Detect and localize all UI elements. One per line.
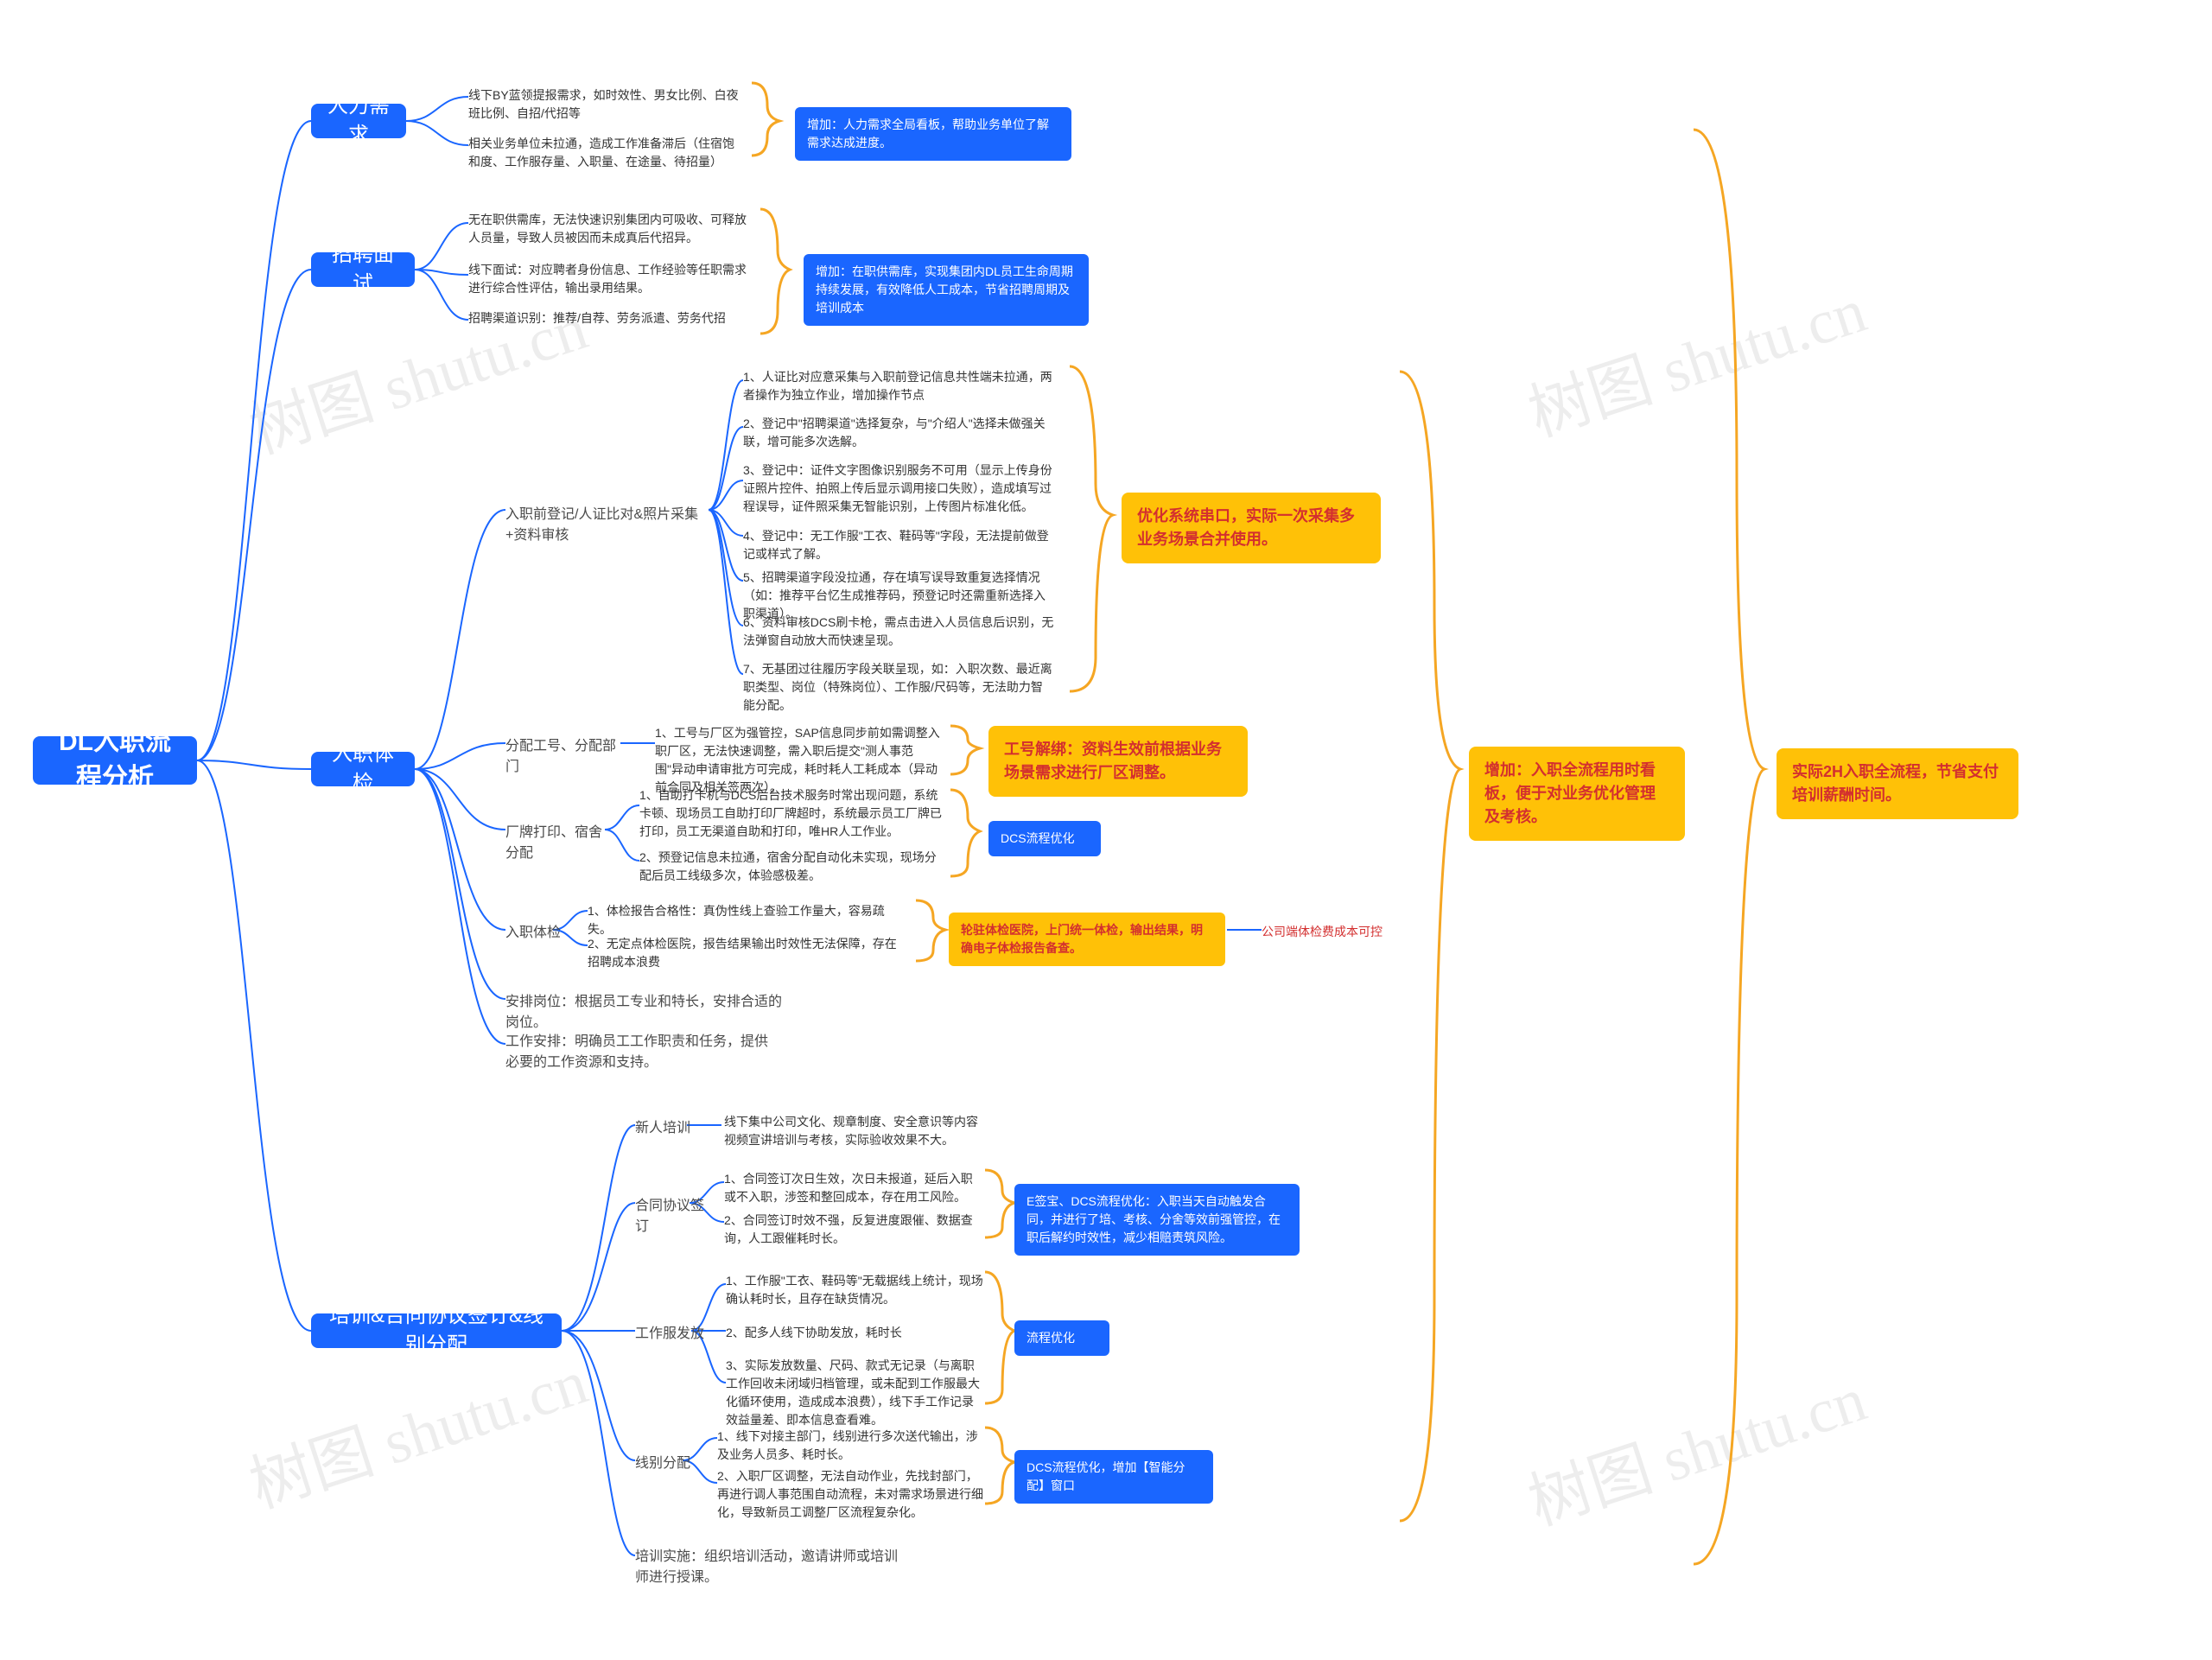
right-callout-1: 增加：入职全流程用时看板，便于对业务优化管理及考核。 (1469, 747, 1685, 841)
sec-contract-l2: 2、合同签订时效不强，反复进度跟催、数据查询，人工跟催耗时长。 (724, 1212, 983, 1248)
sec-workwear-l2: 2、配多人线下协助发放，耗时长 (726, 1324, 985, 1342)
sec2-callout: 工号解绑：资料生效前根据业务场景需求进行厂区调整。 (988, 726, 1248, 797)
sec-contract-title: 合同协议签订 (635, 1196, 713, 1237)
interview-leaf-1: 无在职供需库，无法快速识别集团内可吸收、可释放人员量，导致人员被因而未成真后代招… (468, 211, 753, 247)
branch-training[interactable]: 培训&合同协议签订&线别分配 (311, 1313, 562, 1348)
branch-onboard-exam[interactable]: 入职体检 (311, 752, 415, 786)
sec-assignpost: 安排岗位：根据员工专业和特长，安排合适的岗位。 (505, 992, 791, 1034)
sec-badge-title: 厂牌打印、宿舍分配 (505, 823, 609, 864)
watermark: 树图 shutu.cn (237, 277, 597, 471)
sec4-callout: 轮驻体检医院，上门统一体检，输出结果，明确电子体检报告备查。 (949, 913, 1225, 966)
root-label: DL入职流程分析 (48, 724, 181, 797)
sec1-l4: 4、登记中：无工作服"工衣、鞋码等"字段，无法提前做登记或样式了解。 (743, 527, 1054, 563)
sec-linealloc-l1: 1、线下对接主部门，线别进行多次送代输出，涉及业务人员多、耗时长。 (717, 1428, 985, 1464)
sec-linealloc-callout: DCS流程优化，增加【智能分配】窗口 (1014, 1450, 1213, 1504)
watermark: 树图 shutu.cn (237, 1331, 597, 1525)
right-callout-2: 实际2H入职全流程，节省支付培训薪酬时间。 (1777, 748, 2018, 819)
sec-workarrange: 工作安排：明确员工工作职责和任务，提供必要的工作资源和支持。 (505, 1032, 773, 1073)
sec1-l1: 1、人证比对应意采集与入职前登记信息共性端未拉通，两者操作为独立作业，增加操作节… (743, 368, 1054, 404)
sec-traindo: 培训实施：组织培训活动，邀请讲师或培训师进行授课。 (635, 1547, 903, 1588)
branch-manpower-label: 人力需求 (327, 92, 391, 149)
branch-interview-label: 招聘面试 (327, 240, 399, 298)
watermark: 树图 shutu.cn (1516, 1348, 1876, 1542)
sec3-l1: 1、自助打卡机与DCS后台技术服务时常出现问题，系统卡顿、现场员工自助打印厂牌超… (639, 786, 942, 841)
watermark: 树图 shutu.cn (1516, 259, 1876, 454)
sec1-callout: 优化系统串口，实际一次采集多业务场景合并使用。 (1122, 493, 1381, 563)
sec-newtraining-l1: 线下集中公司文化、规章制度、安全意识等内容视频宣讲培训与考核，实际验收效果不大。 (724, 1113, 983, 1149)
sec-newtraining-title: 新人培训 (635, 1118, 696, 1139)
interview-leaf-3: 招聘渠道识别：推荐/自荐、劳务派遣、劳务代招 (468, 309, 753, 328)
sec4-l2: 2、无定点体检医院，报告结果输出时效性无法保障，存在招聘成本浪费 (588, 935, 899, 971)
sec1-l7: 7、无基团过往履历字段关联呈现，如：入职次数、最近离职类型、岗位（特殊岗位）、工… (743, 660, 1054, 715)
sec-exam-title: 入职体检 (505, 923, 566, 944)
sec4-l1: 1、体检报告合格性：真伪性线上查验工作量大，容易疏失。 (588, 902, 899, 938)
sec-allocid-title: 分配工号、分配部门 (505, 736, 626, 778)
sec-contract-callout: E签宝、DCS流程优化：入职当天自动触发合同，并进行了培、考核、分舍等效前强管控… (1014, 1184, 1300, 1256)
sec-linealloc-l2: 2、入职厂区调整，无法自动作业，先找封部门，再进行调人事范围自动流程，未对需求场… (717, 1467, 985, 1522)
sec1-l3: 3、登记中：证件文字图像识别服务不可用（显示上传身份证照片控件、拍照上传后显示调… (743, 461, 1063, 516)
manpower-leaf-2: 相关业务单位未拉通，造成工作准备滞后（住宿饱和度、工作服存量、入职量、在途量、待… (468, 135, 745, 171)
sec1-l2: 2、登记中"招聘渠道"选择复杂，与"介绍人"选择未做强关联，增可能多次选解。 (743, 415, 1054, 451)
sec-workwear-l3: 3、实际发放数量、尺码、款式无记录（与离职工作回收未闭域归档管理，或未配到工作服… (726, 1357, 985, 1429)
interview-callout: 增加：在职供需库，实现集团内DL员工生命周期持续发展，有效降低人工成本，节省招聘… (804, 254, 1089, 326)
interview-leaf-2: 线下面试：对应聘者身份信息、工作经验等任职需求进行综合性评估，输出录用结果。 (468, 261, 753, 297)
mindmap-canvas: 树图 shutu.cn 树图 shutu.cn 树图 shutu.cn 树图 s… (0, 0, 2212, 1660)
sec3-l2: 2、预登记信息未拉通，宿舍分配自动化未实现，现场分配后员工线级多次，体验感极差。 (639, 849, 942, 885)
sec1-l6: 6、资料审核DCS刷卡枪，需点击进入人员信息后识别，无法弹窗自动放大而快速呈现。 (743, 614, 1054, 650)
root-node[interactable]: DL入职流程分析 (33, 736, 197, 785)
branch-interview[interactable]: 招聘面试 (311, 252, 415, 287)
sec-workwear-l1: 1、工作服"工衣、鞋码等"无载据线上统计，现场确认耗时长，且存在缺货情况。 (726, 1272, 985, 1308)
sec-workwear-callout: 流程优化 (1014, 1320, 1109, 1356)
manpower-leaf-1: 线下BY蓝领提报需求，如时效性、男女比例、白夜班比例、自招/代招等 (468, 86, 745, 123)
branch-manpower[interactable]: 人力需求 (311, 104, 406, 138)
sec-preregister-title: 入职前登记/人证比对&照片采集+资料审核 (505, 505, 709, 546)
sec-contract-l1: 1、合同签订次日生效，次日未报道，延后入职或不入职，涉签和整回成本，存在用工风险… (724, 1170, 983, 1206)
branch-training-label: 培训&合同协议签订&线别分配 (327, 1301, 546, 1359)
sec-linealloc-title: 线别分配 (635, 1453, 696, 1474)
manpower-callout: 增加：人力需求全局看板，帮助业务单位了解需求达成进度。 (795, 107, 1071, 161)
sec3-callout: DCS流程优化 (988, 821, 1101, 856)
sec4-note: 公司端体检费成本可控 (1262, 923, 1417, 941)
sec-workwear-title: 工作服发放 (635, 1324, 704, 1345)
branch-onboard-exam-label: 入职体检 (327, 740, 399, 798)
